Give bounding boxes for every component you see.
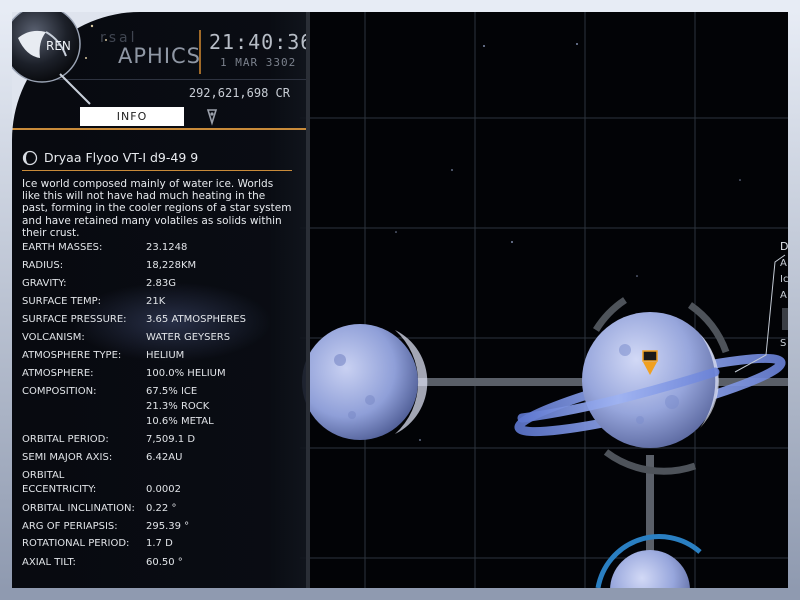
stat-value: 60.50 ° [146, 557, 183, 568]
stat-value: 23.1248 [146, 242, 188, 253]
stat-label: SURFACE PRESSURE: [22, 314, 127, 325]
right-letter-1: D [780, 240, 789, 253]
title-divider [22, 170, 292, 171]
planet-icon [22, 150, 38, 166]
stat-label: VOLCANISM: [22, 332, 85, 343]
stat-value: 3.65 ATMOSPHERES [146, 314, 246, 325]
stat-label: GRAVITY: [22, 278, 67, 289]
right-letter-2: A [780, 258, 787, 269]
tab-navigation[interactable] [200, 107, 224, 126]
stat-value: 7,509.1 D [146, 434, 196, 445]
right-info-letters: D A Ic A S [780, 240, 790, 360]
ice-planet-left[interactable] [302, 324, 428, 440]
stat-label: COMPOSITION: [22, 386, 97, 397]
stat-value: 2.83G [146, 278, 177, 289]
body-description: Ice world composed mainly of water ice. … [22, 178, 292, 239]
stat-value: 0.22 ° [146, 503, 177, 514]
stat-label: ATMOSPHERE: [22, 368, 94, 379]
stat-value: 67.5% ICE [146, 386, 198, 397]
stat-label: AXIAL TILT: [22, 557, 76, 568]
stat-label: ARG OF PERIAPSIS: [22, 521, 118, 532]
stat-value: 10.6% METAL [146, 416, 214, 427]
body-title-row: Dryaa Flyoo VT-I d9-49 9 [22, 150, 292, 166]
stat-value: 18,228KM [146, 260, 197, 271]
logo-text: REN [46, 39, 71, 53]
right-letter-3: Ic [780, 274, 789, 285]
game-clock: 21:40:36 [209, 30, 310, 54]
game-date: 1 MAR 3302 [220, 56, 297, 69]
system-map-screen: D A Ic A S rsal APHICS 21:40:36 1 MAR 33… [0, 0, 800, 600]
stat-label: ORBITAL PERIOD: [22, 434, 109, 445]
header-separator [199, 30, 201, 74]
body-name: Dryaa Flyoo VT-I d9-49 9 [44, 150, 199, 165]
stat-value: 6.42AU [146, 452, 183, 463]
right-letter-4: A [780, 290, 787, 301]
stat-value: 1.7 D [146, 538, 173, 549]
right-letter-5: S [780, 338, 787, 349]
stat-label: EARTH MASSES: [22, 242, 103, 253]
stat-value: 295.39 ° [146, 521, 190, 532]
map-pin-icon [206, 109, 218, 126]
logo-roundel: REN [0, 0, 140, 140]
stat-label: SURFACE TEMP: [22, 296, 102, 307]
stat-value: 100.0% HELIUM [146, 368, 226, 379]
stat-value: 21K [146, 296, 166, 307]
stat-label: ROTATIONAL PERIOD: [22, 538, 130, 549]
stat-label: RADIUS: [22, 260, 64, 271]
stat-value: 21.3% ROCK [146, 401, 210, 412]
stat-label: ATMOSPHERE TYPE: [22, 350, 122, 361]
stat-label: ECCENTRICITY: [22, 484, 97, 495]
credits-balance: 292,621,698 CR [188, 86, 290, 100]
stat-label: SEMI MAJOR AXIS: [22, 452, 113, 463]
stat-value: WATER GEYSERS [146, 332, 231, 343]
stat-label: ORBITAL INCLINATION: [22, 503, 135, 514]
stat-label: ORBITAL [22, 470, 65, 481]
stat-value: 0.0002 [146, 484, 181, 495]
stat-value: HELIUM [146, 350, 185, 361]
